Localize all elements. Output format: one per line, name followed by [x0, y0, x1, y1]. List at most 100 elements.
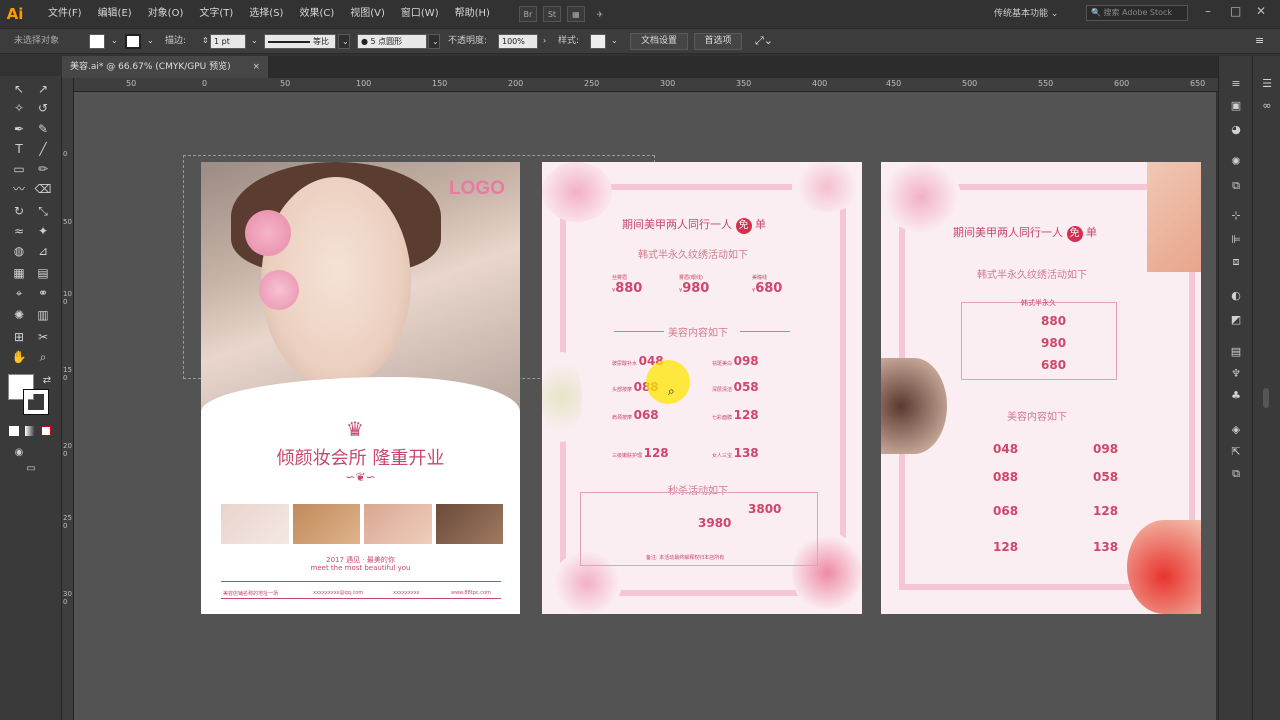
menu-window[interactable]: 窗口(W): [393, 0, 447, 28]
magic-wand-tool-icon[interactable]: ✧: [10, 99, 28, 117]
libraries-icon[interactable]: ☰: [1258, 76, 1276, 92]
menu-view[interactable]: 视图(V): [342, 0, 393, 28]
artboard-price-list[interactable]: 期间美甲两人同行一人 免 单 韩式半永久纹绣活动如下 丝雾眉 ¥880 雾眉(眼线…: [542, 162, 862, 614]
perspective-tool-icon[interactable]: ⊿: [34, 242, 52, 260]
screen-mode-icon[interactable]: ▭: [22, 460, 40, 478]
scale-tool-icon[interactable]: ⤡: [34, 202, 52, 220]
close-icon[interactable]: ✕: [1256, 4, 1266, 18]
shape-builder-tool-icon[interactable]: ◍: [10, 242, 28, 260]
puppet-warp-tool-icon[interactable]: ✦: [34, 222, 52, 240]
menu-help[interactable]: 帮助(H): [447, 0, 498, 28]
document-tab[interactable]: 美容.ai* @ 66.67% (CMYK/GPU 预览) ×: [62, 56, 268, 78]
ruler-label: 0: [202, 79, 208, 88]
properties-icon[interactable]: ≡: [1227, 76, 1245, 92]
canvas[interactable]: LOGO ♛ 倾颜妆会所 隆重开业 ∽❦∽ 2017 遇见 · 最美的你 mee…: [74, 92, 1216, 720]
stepper-icon[interactable]: ⇕: [199, 34, 209, 49]
price-value: 980: [1041, 336, 1067, 350]
stroke-color-swatch[interactable]: [23, 389, 49, 415]
menu-type[interactable]: 文字(T): [191, 0, 241, 28]
chevron-down-icon[interactable]: ⌄: [608, 34, 620, 49]
selection-tool-icon[interactable]: ↖: [10, 80, 28, 98]
artboards-icon[interactable]: ⧉: [1227, 466, 1245, 482]
pathfinder-icon[interactable]: ⧈: [1227, 254, 1245, 270]
hand-tool-icon[interactable]: ✋: [10, 348, 28, 366]
style-swatch[interactable]: [590, 34, 606, 49]
maximize-icon[interactable]: □: [1230, 4, 1241, 18]
swatches-icon[interactable]: ▤: [1227, 344, 1245, 360]
chevron-down-icon[interactable]: ⌄: [338, 34, 350, 49]
shaper-tool-icon[interactable]: 〰: [10, 180, 28, 198]
graphic-styles-icon[interactable]: ◩: [1227, 312, 1245, 328]
gradient-tool-icon[interactable]: ▤: [34, 264, 52, 282]
gpu-icon[interactable]: ✈: [591, 6, 609, 22]
mesh-tool-icon[interactable]: ▦: [10, 264, 28, 282]
zoom-tool-icon[interactable]: ⌕: [34, 348, 52, 366]
eraser-tool-icon[interactable]: ⌫: [34, 180, 52, 198]
blend-tool-icon[interactable]: ⚭: [34, 284, 52, 302]
swap-colors-icon[interactable]: ⇄: [38, 372, 56, 390]
chevron-down-icon[interactable]: ⌄: [108, 34, 118, 49]
scrollbar-thumb[interactable]: [1263, 388, 1269, 408]
direct-selection-tool-icon[interactable]: ↗: [34, 80, 52, 98]
stroke-panel-icon[interactable]: ♆: [1227, 366, 1245, 382]
symbols-icon[interactable]: ⧉: [1227, 178, 1245, 194]
gradient-mode-icon[interactable]: [25, 426, 35, 436]
workspace-switcher[interactable]: 传统基本功能 ⌄: [994, 6, 1058, 19]
symbol-sprayer-tool-icon[interactable]: ✺: [10, 306, 28, 324]
width-tool-icon[interactable]: ≈: [10, 222, 28, 240]
bridge-icon[interactable]: Br: [518, 6, 537, 22]
pen-tool-icon[interactable]: ✒: [10, 120, 28, 138]
graph-tool-icon[interactable]: ▥: [34, 306, 52, 324]
none-mode-icon[interactable]: [41, 426, 51, 436]
club-icon[interactable]: ♣: [1227, 388, 1245, 404]
menu-select[interactable]: 选择(S): [241, 0, 291, 28]
artboard-flyer-cover[interactable]: LOGO ♛ 倾颜妆会所 隆重开业 ∽❦∽ 2017 遇见 · 最美的你 mee…: [201, 162, 520, 614]
ruler-label: 100: [63, 290, 72, 306]
chevron-down-icon[interactable]: ⌄: [428, 34, 440, 49]
align-icon[interactable]: ⊫: [1227, 232, 1245, 248]
brushes-icon[interactable]: ✺: [1227, 154, 1245, 170]
chevron-down-icon[interactable]: ⌄: [144, 34, 154, 49]
menu-object[interactable]: 对象(O): [140, 0, 192, 28]
lasso-tool-icon[interactable]: ↺: [34, 99, 52, 117]
menu-file[interactable]: 文件(F): [40, 0, 90, 28]
slice-tool-icon[interactable]: ✂: [34, 328, 52, 346]
menu-effect[interactable]: 效果(C): [291, 0, 342, 28]
menu-edit[interactable]: 编辑(E): [90, 0, 140, 28]
color-guide-icon[interactable]: ◕: [1227, 122, 1245, 138]
artboard-tool-icon[interactable]: ⊞: [10, 328, 28, 346]
stroke-swatch[interactable]: [125, 34, 141, 49]
stroke-weight-field[interactable]: 1 pt: [210, 34, 246, 49]
chevron-down-icon[interactable]: ⌄: [248, 34, 258, 49]
rectangle-tool-icon[interactable]: ▭: [10, 160, 28, 178]
stock-search[interactable]: 🔍 搜索 Adobe Stock: [1086, 5, 1188, 21]
paintbrush-tool-icon[interactable]: ✏: [34, 160, 52, 178]
color-mode-icon[interactable]: [9, 426, 19, 436]
arrange-icon[interactable]: ▦: [566, 6, 585, 22]
layers-icon[interactable]: ◈: [1227, 422, 1245, 438]
stock-icon[interactable]: St: [542, 6, 561, 22]
creative-cloud-icon[interactable]: ∞: [1258, 98, 1276, 114]
tab-close-icon[interactable]: ×: [252, 56, 260, 78]
item-price: 068: [633, 408, 659, 422]
chevron-right-icon[interactable]: ›: [540, 34, 552, 49]
eyedropper-tool-icon[interactable]: ⌖: [10, 284, 28, 302]
curvature-tool-icon[interactable]: ✎: [34, 120, 52, 138]
export-icon[interactable]: ⇱: [1227, 444, 1245, 460]
color-icon[interactable]: ▣: [1227, 98, 1245, 114]
transform-icon[interactable]: ⊹: [1227, 208, 1245, 224]
opacity-field[interactable]: 100%: [498, 34, 538, 49]
line-tool-icon[interactable]: ╱: [34, 140, 52, 158]
artboard-price-list-alt[interactable]: 期间美甲两人同行一人 免 单 韩式半永久纹绣活动如下 韩式半永久 880 980…: [881, 162, 1201, 614]
arrange-documents-icon[interactable]: ⤢⌄: [752, 34, 776, 49]
brush-field[interactable]: ● 5 点圆形: [357, 34, 427, 49]
panel-menu-icon[interactable]: ≡: [1252, 34, 1270, 49]
type-tool-icon[interactable]: T: [10, 140, 28, 158]
preferences-button[interactable]: 首选项: [694, 33, 742, 50]
minimize-icon[interactable]: –: [1205, 4, 1211, 18]
rotate-tool-icon[interactable]: ↻: [10, 202, 28, 220]
fill-swatch[interactable]: [89, 34, 105, 49]
item-name: 女人三宝: [712, 453, 733, 459]
appearance-icon[interactable]: ◐: [1227, 288, 1245, 304]
document-setup-button[interactable]: 文档设置: [630, 33, 688, 50]
